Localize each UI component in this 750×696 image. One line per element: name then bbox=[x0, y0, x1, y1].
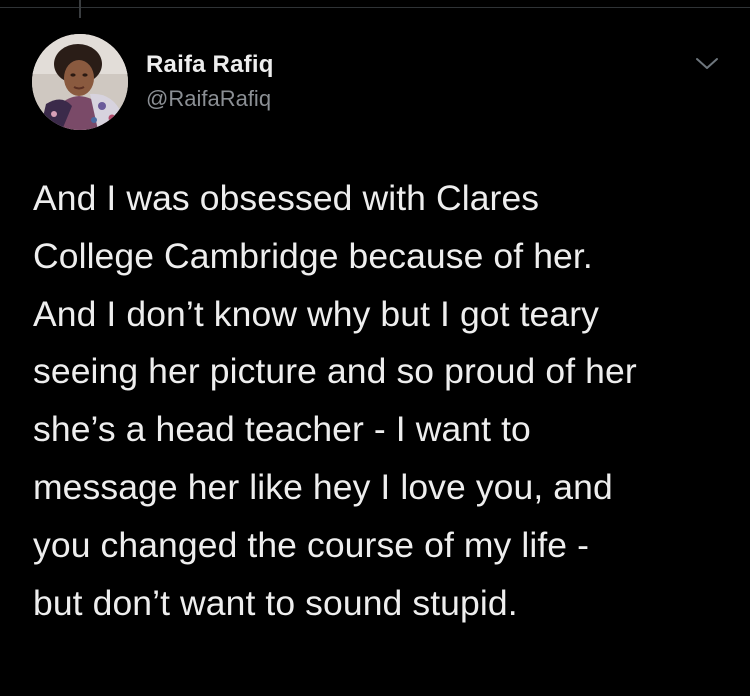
user-handle[interactable]: @RaifaRafiq bbox=[146, 84, 274, 114]
tweet-text-line: College Cambridge because of her. bbox=[33, 235, 593, 276]
tweet-menu-button[interactable] bbox=[694, 54, 720, 74]
thread-connector-line bbox=[79, 0, 81, 18]
display-name[interactable]: Raifa Rafiq bbox=[146, 50, 274, 80]
tweet-text-line: seeing her picture and so proud of her bbox=[33, 351, 637, 392]
tweet-text: And I was obsessed with Clares College C… bbox=[33, 170, 738, 632]
tweet-text-line: message her like hey I love you, and bbox=[33, 466, 613, 507]
avatar[interactable] bbox=[32, 34, 128, 130]
tweet-text-line: but don’t want to sound stupid. bbox=[33, 582, 518, 623]
avatar-photo bbox=[32, 34, 128, 130]
top-divider bbox=[0, 7, 750, 8]
tweet-text-line: you changed the course of my life - bbox=[33, 524, 590, 565]
chevron-down-icon bbox=[696, 58, 718, 69]
author-names: Raifa Rafiq @RaifaRafiq bbox=[146, 50, 274, 114]
tweet-text-line: she’s a head teacher - I want to bbox=[33, 409, 531, 450]
tweet-text-line: And I was obsessed with Clares bbox=[33, 178, 540, 218]
tweet-text-line: And I don’t know why but I got teary bbox=[33, 293, 600, 334]
